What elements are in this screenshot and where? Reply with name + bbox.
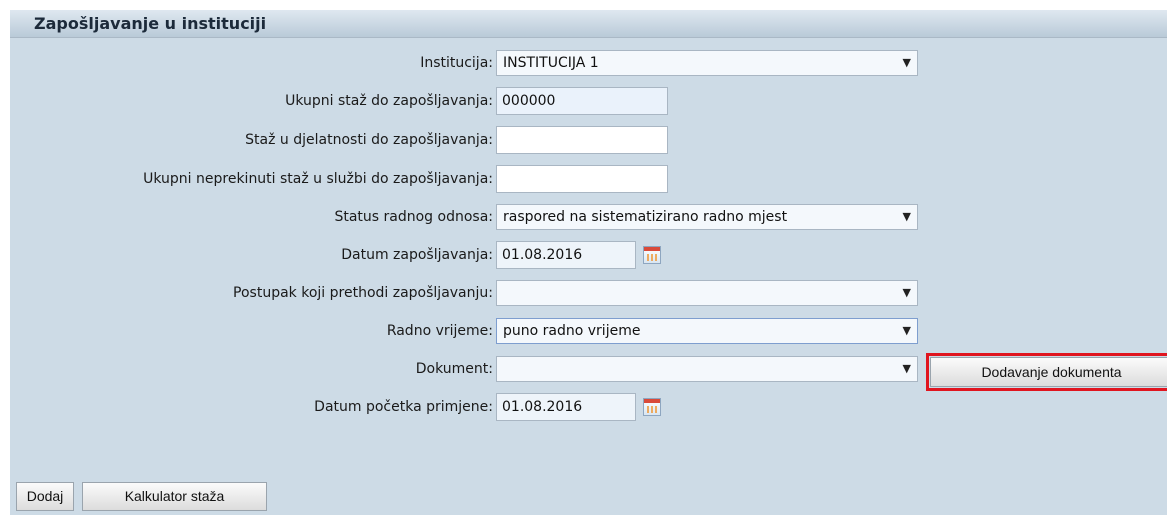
panel-title: Zapošljavanje u instituciji [34, 14, 267, 33]
add-button[interactable]: Dodaj [16, 482, 74, 511]
chevron-down-icon: ▼ [902, 286, 911, 299]
ukupni-staz-label: Ukupni staž do zapošljavanja: [285, 93, 493, 109]
calendar-icon[interactable] [643, 246, 661, 264]
status-value: raspored na sistematizirano radno mjest [503, 209, 788, 225]
chevron-down-icon: ▼ [902, 56, 911, 69]
status-select[interactable]: raspored na sistematizirano radno mjest … [496, 204, 918, 230]
dokument-select[interactable]: ▼ [496, 356, 918, 382]
radno-vrijeme-label: Radno vrijeme: [386, 323, 493, 339]
radno-vrijeme-select[interactable]: puno radno vrijeme ▼ [496, 318, 918, 344]
ukupni-staz-input[interactable]: 000000 [496, 87, 668, 115]
institucija-value: INSTITUCIJA 1 [503, 55, 599, 71]
datum-pocetka-label: Datum početka primjene: [314, 399, 493, 415]
dokument-label: Dokument: [415, 361, 493, 377]
institucija-select[interactable]: INSTITUCIJA 1 ▼ [496, 50, 918, 76]
calendar-icon[interactable] [643, 398, 661, 416]
datum-zaposljavanja-input[interactable]: 01.08.2016 [496, 241, 636, 269]
staz-djelatnost-label: Staž u djelatnosti do zapošljavanja: [245, 132, 493, 148]
status-label: Status radnog odnosa: [334, 209, 493, 225]
form-panel: Zapošljavanje u instituciji Institucija:… [10, 10, 1167, 515]
datum-zaposljavanja-label: Datum zapošljavanja: [341, 247, 493, 263]
neprekinuti-staz-label: Ukupni neprekinuti staž u službi do zapo… [143, 171, 493, 187]
postupak-label: Postupak koji prethodi zapošljavanju: [233, 285, 493, 301]
chevron-down-icon: ▼ [902, 362, 911, 375]
staz-djelatnost-input[interactable] [496, 126, 668, 154]
institucija-label: Institucija: [420, 55, 493, 71]
postupak-select[interactable]: ▼ [496, 280, 918, 306]
staz-calculator-button[interactable]: Kalkulator staža [82, 482, 267, 511]
panel-header: Zapošljavanje u instituciji [10, 10, 1167, 38]
neprekinuti-staz-input[interactable] [496, 165, 668, 193]
radno-vrijeme-value: puno radno vrijeme [503, 323, 641, 339]
chevron-down-icon: ▼ [902, 324, 911, 337]
datum-pocetka-input[interactable]: 01.08.2016 [496, 393, 636, 421]
chevron-down-icon: ▼ [902, 210, 911, 223]
highlight-box [926, 353, 1167, 391]
